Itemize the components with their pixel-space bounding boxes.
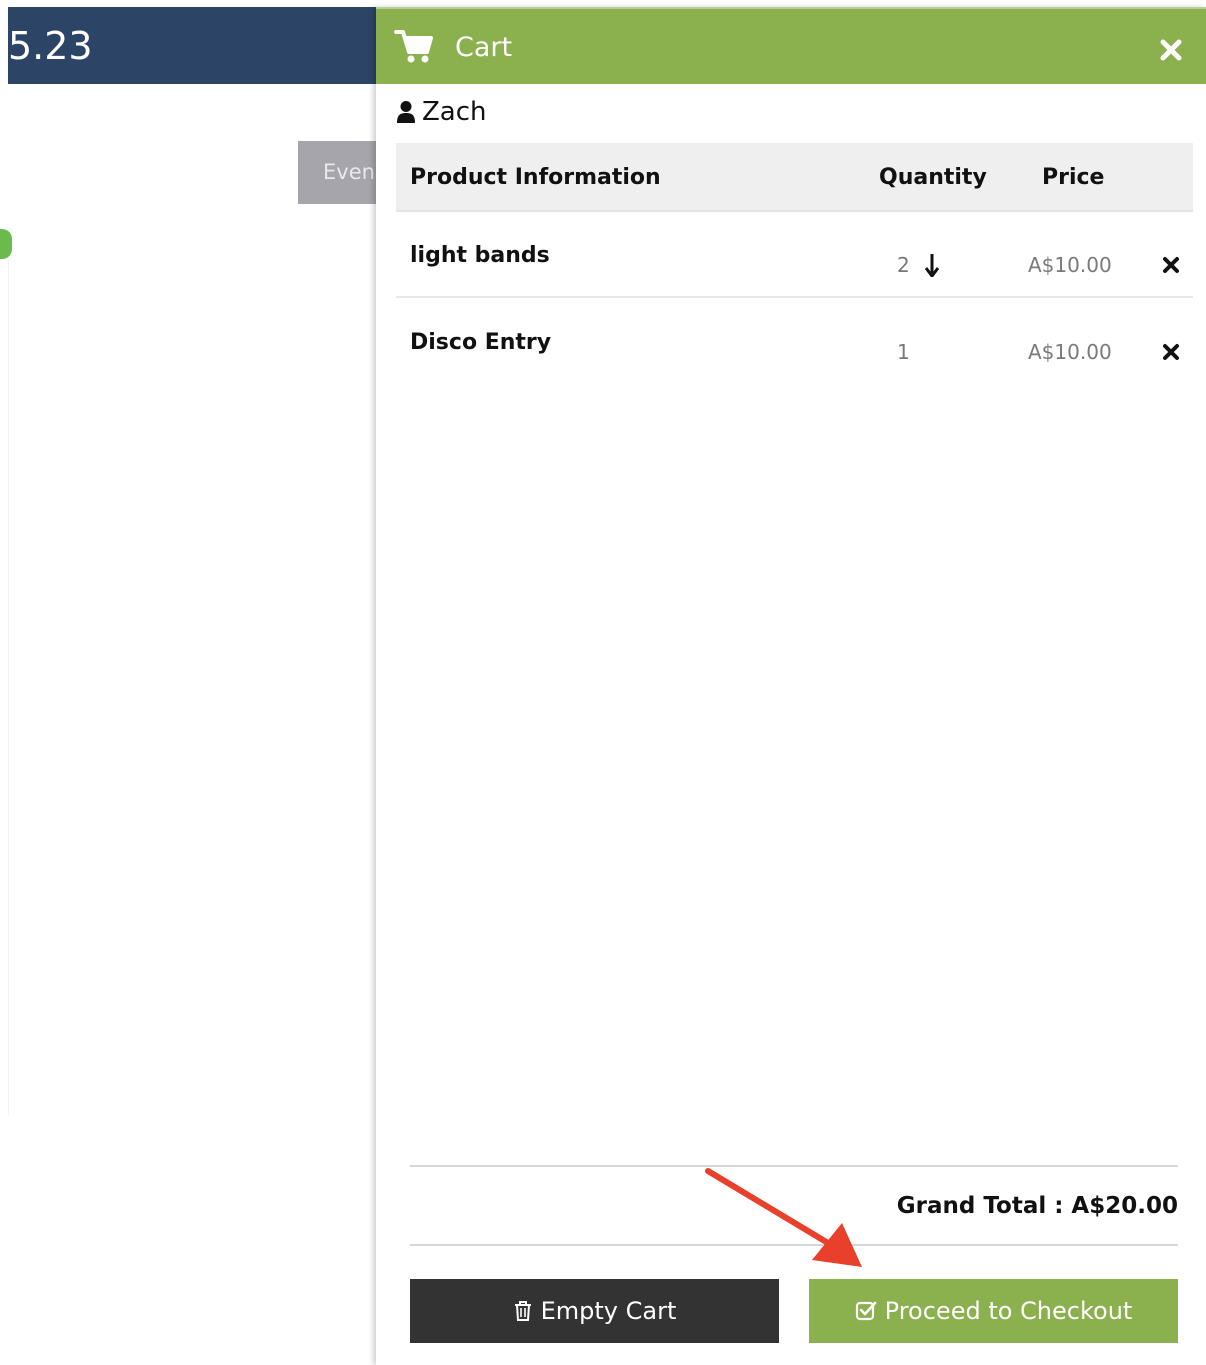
divider — [410, 1165, 1178, 1167]
grand-total: Grand Total : A$20.00 — [896, 1193, 1178, 1219]
cart-title: Cart — [455, 32, 513, 63]
cart-panel: Cart Zach Product Information Quantity P… — [376, 7, 1206, 1365]
background-amount: 5.23 — [8, 24, 93, 68]
item-quantity: 1 — [897, 340, 910, 364]
divider — [410, 1244, 1178, 1246]
checkout-label: Proceed to Checkout — [884, 1297, 1133, 1325]
user-icon — [397, 101, 415, 123]
close-icon[interactable] — [1158, 37, 1184, 63]
customer-info: Zach — [396, 95, 487, 129]
arrow-down-icon[interactable] — [925, 253, 939, 277]
column-header-product: Product Information — [410, 165, 661, 190]
shopping-cart-icon — [394, 30, 433, 63]
remove-x-icon[interactable] — [1162, 256, 1180, 274]
background-divider — [8, 260, 9, 1115]
background-tab[interactable]: Even — [298, 141, 378, 204]
item-name: Disco Entry — [410, 330, 552, 355]
cart-table-header: Product Information Quantity Price — [396, 143, 1193, 212]
item-price: A$10.00 — [1028, 253, 1112, 277]
trash-icon — [514, 1301, 531, 1321]
cart-header: Cart — [376, 7, 1206, 84]
item-quantity: 2 — [897, 253, 910, 277]
empty-cart-label: Empty Cart — [540, 1297, 677, 1325]
customer-name: Zach — [422, 97, 487, 127]
background-status-indicator — [0, 229, 12, 259]
check-square-icon — [855, 1301, 876, 1321]
empty-cart-button[interactable]: Empty Cart — [410, 1279, 779, 1343]
table-row: light bands 2 A$10.00 — [396, 213, 1193, 298]
column-header-quantity: Quantity — [879, 165, 987, 190]
table-row: Disco Entry 1 A$10.00 — [396, 300, 1193, 385]
item-price: A$10.00 — [1028, 340, 1112, 364]
remove-x-icon[interactable] — [1162, 343, 1180, 361]
proceed-to-checkout-button[interactable]: Proceed to Checkout — [809, 1279, 1178, 1343]
column-header-price: Price — [1042, 165, 1105, 190]
item-name: light bands — [410, 243, 550, 268]
